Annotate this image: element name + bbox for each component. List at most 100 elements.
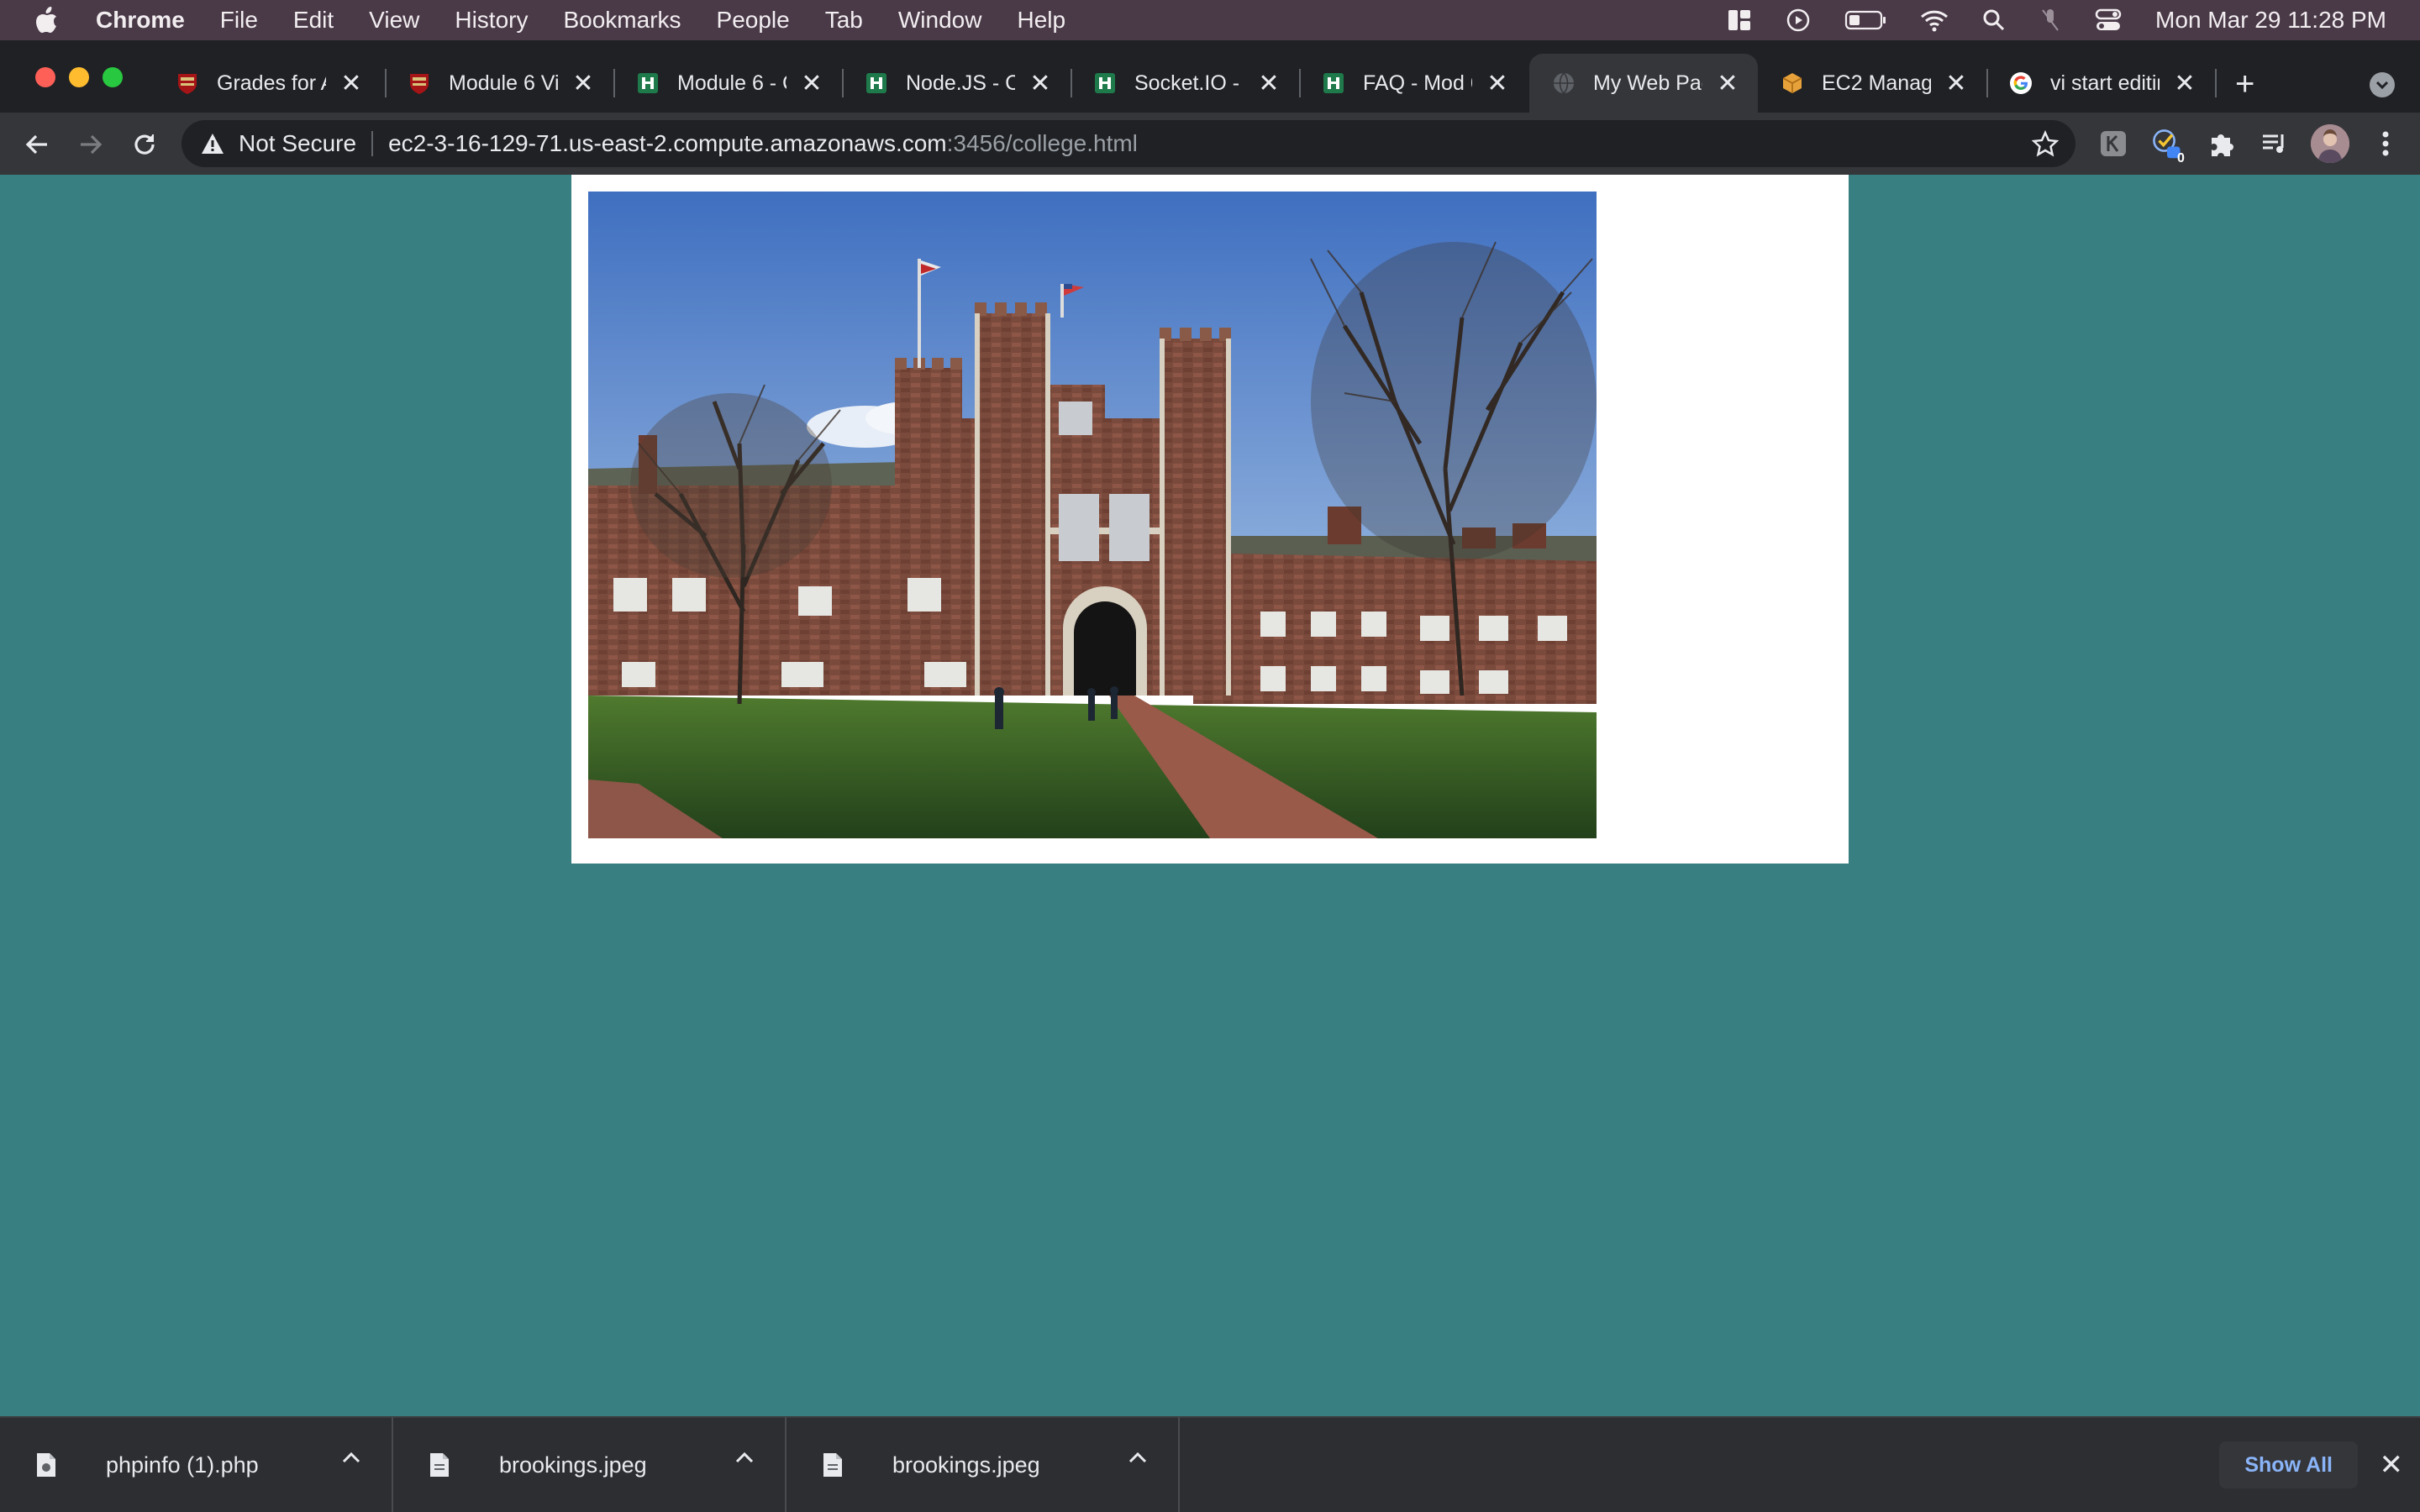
show-all-downloads-button[interactable]: Show All bbox=[2219, 1441, 2358, 1488]
menu-bookmarks[interactable]: Bookmarks bbox=[563, 7, 681, 34]
wiki-green-icon bbox=[635, 71, 660, 96]
download-filename: brookings.jpeg bbox=[499, 1452, 647, 1478]
wiki-green-icon bbox=[864, 71, 889, 96]
tab-separator bbox=[2215, 69, 2217, 97]
chevron-up-icon[interactable] bbox=[734, 1451, 755, 1464]
media-queue-icon[interactable] bbox=[2259, 128, 2291, 160]
php-file-icon bbox=[35, 1452, 57, 1478]
menu-help[interactable]: Help bbox=[1017, 7, 1065, 34]
tab-title: Module 6 Vi bbox=[449, 71, 558, 95]
washu-shield-icon bbox=[175, 71, 200, 96]
tab-google-search[interactable]: vi start editin ✕ bbox=[1986, 54, 2215, 113]
close-tab-icon[interactable]: ✕ bbox=[1257, 69, 1281, 98]
close-window-button[interactable] bbox=[35, 67, 55, 87]
menubar-clock[interactable]: Mon Mar 29 11:28 PM bbox=[2155, 7, 2386, 34]
reload-icon[interactable] bbox=[129, 129, 160, 160]
tab-socketio-wiki[interactable]: Socket.IO - C ✕ bbox=[1071, 54, 1299, 113]
tab-title: FAQ - Mod 6 bbox=[1363, 71, 1472, 95]
tab-search-chevron-icon[interactable] bbox=[2370, 72, 2395, 97]
download-filename: phpinfo (1).php bbox=[106, 1452, 259, 1478]
url-host: ec2-3-16-129-71.us-east-2.compute.amazon… bbox=[388, 130, 947, 156]
zoom-window-button[interactable] bbox=[103, 67, 123, 87]
download-filename: brookings.jpeg bbox=[892, 1452, 1040, 1478]
washu-shield-icon bbox=[407, 71, 432, 96]
extension-checkmark-badge-icon[interactable]: 0 bbox=[2151, 128, 2185, 165]
tab-title: EC2 Manage bbox=[1822, 71, 1931, 95]
microphone-muted-icon[interactable] bbox=[2039, 8, 2061, 33]
address-bar[interactable]: Not Secure ec2-3-16-129-71.us-east-2.com… bbox=[182, 120, 2075, 167]
tab-title: Module 6 - C bbox=[677, 71, 786, 95]
close-downloads-icon[interactable]: ✕ bbox=[2380, 1448, 2404, 1482]
tab-module6-wiki[interactable]: Module 6 - C ✕ bbox=[613, 54, 842, 113]
college-photo bbox=[588, 192, 1597, 838]
close-tab-icon[interactable]: ✕ bbox=[571, 69, 595, 98]
warning-triangle-icon[interactable] bbox=[200, 132, 225, 155]
menu-people[interactable]: People bbox=[717, 7, 790, 34]
wiki-green-icon bbox=[1092, 71, 1118, 96]
close-tab-icon[interactable]: ✕ bbox=[1944, 69, 1968, 98]
menu-edit[interactable]: Edit bbox=[293, 7, 334, 34]
menu-app-chrome[interactable]: Chrome bbox=[96, 7, 185, 34]
menu-history[interactable]: History bbox=[455, 7, 528, 34]
wiki-green-icon bbox=[1321, 71, 1346, 96]
back-arrow-icon[interactable] bbox=[22, 129, 52, 160]
tab-ec2-management[interactable]: EC2 Manage ✕ bbox=[1758, 54, 1986, 113]
url-path: :3456/college.html bbox=[946, 130, 1138, 156]
tab-nodejs-wiki[interactable]: Node.JS - C ✕ bbox=[842, 54, 1071, 113]
tab-title: My Web Pag bbox=[1593, 71, 1702, 95]
globe-icon bbox=[1551, 71, 1576, 96]
file-icon bbox=[429, 1452, 450, 1478]
close-tab-icon[interactable]: ✕ bbox=[1716, 69, 1739, 98]
tab-title: Node.JS - C bbox=[906, 71, 1015, 95]
tab-my-web-page[interactable]: My Web Pag ✕ bbox=[1529, 54, 1758, 113]
tab-faq-mod6[interactable]: FAQ - Mod 6 ✕ bbox=[1299, 54, 1528, 113]
file-icon bbox=[822, 1452, 844, 1478]
chevron-up-icon[interactable] bbox=[341, 1451, 361, 1464]
spotlight-search-icon[interactable] bbox=[1982, 8, 2006, 32]
macos-menubar: Chrome File Edit View History Bookmarks … bbox=[0, 0, 2420, 40]
new-tab-plus-icon[interactable]: + bbox=[2235, 66, 2254, 103]
menu-tab[interactable]: Tab bbox=[825, 7, 863, 34]
chevron-up-icon[interactable] bbox=[1128, 1451, 1148, 1464]
profile-avatar[interactable] bbox=[2311, 124, 2349, 163]
tab-grades[interactable]: Grades for A ✕ bbox=[153, 54, 381, 113]
close-tab-icon[interactable]: ✕ bbox=[2173, 69, 2196, 98]
stage-manager-icon[interactable] bbox=[1727, 8, 1752, 33]
close-tab-icon[interactable]: ✕ bbox=[800, 69, 823, 98]
menu-view[interactable]: View bbox=[369, 7, 419, 34]
battery-icon[interactable] bbox=[1844, 9, 1886, 31]
tab-module6-videos[interactable]: Module 6 Vi ✕ bbox=[385, 54, 613, 113]
downloads-shelf: phpinfo (1).php brookings.jpeg brookings… bbox=[0, 1416, 2420, 1512]
google-icon bbox=[2008, 71, 2033, 96]
more-menu-icon[interactable] bbox=[2370, 128, 2402, 160]
browser-toolbar: Not Secure ec2-3-16-129-71.us-east-2.com… bbox=[0, 113, 2420, 175]
omnibox-divider bbox=[371, 131, 374, 156]
apple-menu-icon[interactable] bbox=[34, 6, 67, 34]
tab-title: Socket.IO - C bbox=[1134, 71, 1244, 95]
forward-arrow-icon[interactable] bbox=[76, 129, 106, 160]
download-item[interactable]: brookings.jpeg bbox=[393, 1417, 786, 1512]
aws-box-icon bbox=[1780, 71, 1805, 96]
page-content-card bbox=[571, 175, 1849, 864]
menu-file[interactable]: File bbox=[220, 7, 258, 34]
bookmark-star-icon[interactable] bbox=[2032, 130, 2059, 157]
tab-title: vi start editin bbox=[2050, 71, 2160, 95]
minimize-window-button[interactable] bbox=[69, 67, 89, 87]
puzzle-extensions-icon[interactable] bbox=[2205, 128, 2237, 160]
close-tab-icon[interactable]: ✕ bbox=[339, 69, 363, 98]
extension-k-icon[interactable] bbox=[2097, 128, 2129, 160]
download-item[interactable]: brookings.jpeg bbox=[786, 1417, 1180, 1512]
download-item[interactable]: phpinfo (1).php bbox=[0, 1417, 393, 1512]
window-controls bbox=[35, 67, 136, 87]
tab-title: Grades for A bbox=[217, 71, 326, 95]
menu-window[interactable]: Window bbox=[898, 7, 982, 34]
close-tab-icon[interactable]: ✕ bbox=[1028, 69, 1052, 98]
not-secure-label[interactable]: Not Secure bbox=[239, 130, 356, 157]
status-area: Mon Mar 29 11:28 PM bbox=[1693, 7, 2386, 34]
extension-badge-count: 0 bbox=[2177, 151, 2185, 165]
play-circle-icon[interactable] bbox=[1786, 8, 1811, 33]
wifi-icon[interactable] bbox=[1920, 8, 1949, 32]
tab-strip: Grades for A ✕ Module 6 Vi ✕ Module 6 - … bbox=[0, 40, 2420, 113]
close-tab-icon[interactable]: ✕ bbox=[1486, 69, 1509, 98]
control-center-icon[interactable] bbox=[2095, 8, 2122, 32]
